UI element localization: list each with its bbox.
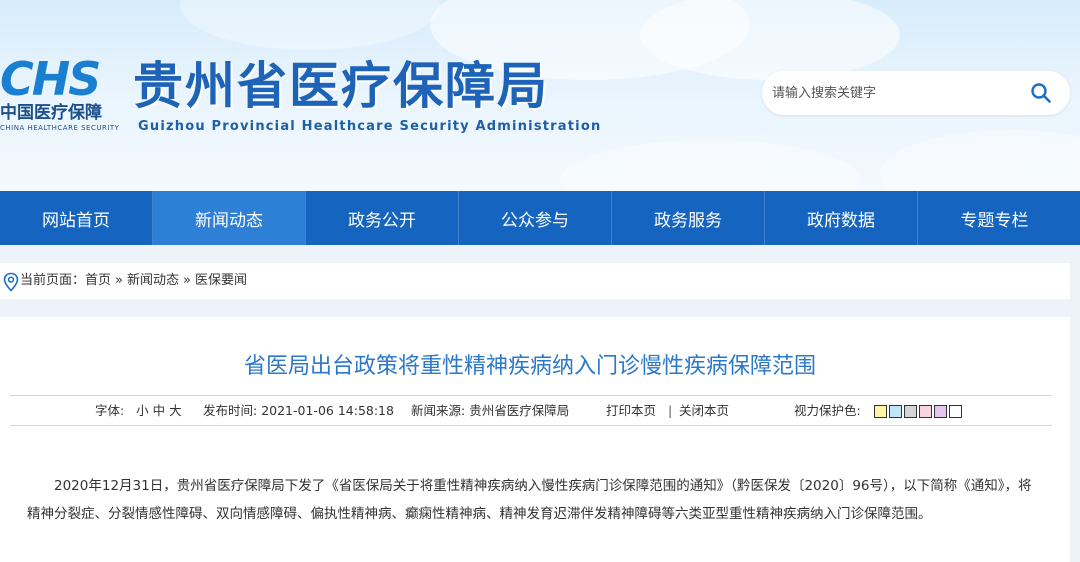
location-pin-icon <box>2 271 20 292</box>
nav-item-gov-services[interactable]: 政务服务 <box>612 191 765 245</box>
close-page-link[interactable]: 关闭本页 <box>679 403 729 419</box>
vision-swatch[interactable] <box>949 405 962 418</box>
publish-label: 发布时间: <box>203 403 258 418</box>
nav-item-topics[interactable]: 专题专栏 <box>918 191 1071 245</box>
breadcrumb-home[interactable]: 首页 <box>85 263 111 299</box>
chs-logo: CHS <box>0 52 101 106</box>
article-body: 2020年12月31日，贵州省医疗保障局下发了《省医保局关于将重性精神疾病纳入慢… <box>27 478 1032 522</box>
breadcrumb-news[interactable]: 新闻动态 <box>127 263 179 299</box>
publish-time: 2021-01-06 14:58:18 <box>261 403 394 418</box>
nav-item-news[interactable]: 新闻动态 <box>153 191 306 245</box>
search-box <box>762 71 1070 115</box>
search-input[interactable] <box>772 80 1022 106</box>
vision-swatch[interactable] <box>934 405 947 418</box>
nav-item-home[interactable]: 网站首页 <box>0 191 153 245</box>
breadcrumb-separator: » <box>183 273 191 288</box>
font-size-label: 字体: <box>95 403 125 418</box>
breadcrumb-current[interactable]: 医保要闻 <box>195 263 247 299</box>
vision-protection-label: 视力保护色: <box>794 403 861 418</box>
source-label: 新闻来源: <box>411 403 466 418</box>
decorative-cloud <box>180 0 440 50</box>
vision-swatch[interactable] <box>904 405 917 418</box>
decorative-cloud <box>880 130 1080 191</box>
site-header: CHS 中国医疗保障 CHINA HEALTHCARE SECURITY 贵州省… <box>0 0 1080 191</box>
source-info: 新闻来源: 贵州省医疗保障局 <box>411 403 569 419</box>
font-size-large[interactable]: 大 <box>169 403 182 418</box>
logo-cn-text: 中国医疗保障 <box>0 103 102 123</box>
breadcrumb: 当前页面： 首页 » 新闻动态 » 医保要闻 <box>0 263 1070 299</box>
site-title: 贵州省医疗保障局 <box>133 57 549 115</box>
print-page-link[interactable]: 打印本页 <box>606 403 656 419</box>
publish-info: 发布时间: 2021-01-06 14:58:18 <box>203 403 394 419</box>
search-icon[interactable] <box>1030 82 1052 104</box>
vision-swatch[interactable] <box>874 405 887 418</box>
article-title: 省医局出台政策将重性精神疾病纳入门诊慢性疾病保障范围 <box>243 354 816 379</box>
article-meta: 字体: 小 中 大 发布时间: 2021-01-06 14:58:18 新闻来源… <box>10 395 1052 426</box>
nav-item-public-participation[interactable]: 公众参与 <box>459 191 612 245</box>
vision-swatch[interactable] <box>919 405 932 418</box>
nav-item-gov-data[interactable]: 政府数据 <box>765 191 918 245</box>
meta-divider: | <box>668 403 673 418</box>
vision-color-swatches <box>874 405 962 418</box>
breadcrumb-prefix: 当前页面： <box>20 273 86 288</box>
decorative-cloud <box>560 140 860 191</box>
main-nav: 网站首页 新闻动态 政务公开 公众参与 政务服务 政府数据 专题专栏 <box>0 191 1080 245</box>
font-size-medium[interactable]: 中 <box>153 403 166 418</box>
font-size-small[interactable]: 小 <box>136 403 149 418</box>
vision-swatch[interactable] <box>889 405 902 418</box>
nav-item-gov-info[interactable]: 政务公开 <box>306 191 459 245</box>
logo-en-text: CHINA HEALTHCARE SECURITY <box>0 124 120 132</box>
site-subtitle: Guizhou Provincial Healthcare Security A… <box>138 119 602 134</box>
font-size-control: 字体: 小 中 大 <box>95 403 182 419</box>
breadcrumb-separator: » <box>115 273 123 288</box>
source-name: 贵州省医疗保障局 <box>469 403 570 418</box>
article: 省医局出台政策将重性精神疾病纳入门诊慢性疾病保障范围 字体: 小 中 大 发布时… <box>0 317 1070 562</box>
